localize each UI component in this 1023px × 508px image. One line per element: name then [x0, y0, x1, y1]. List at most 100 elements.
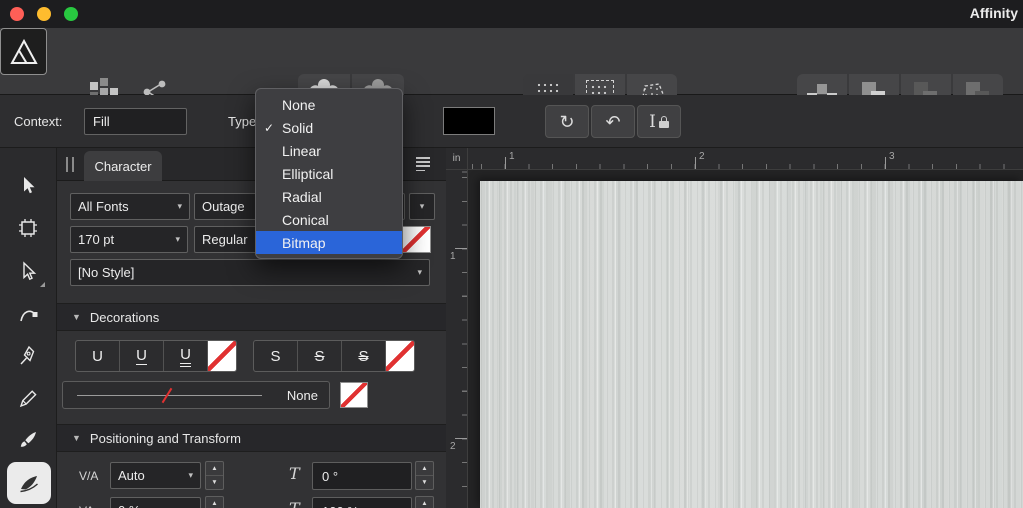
strikethrough-button-group: S S S — [253, 340, 415, 372]
lock-children-button[interactable]: I — [637, 105, 681, 138]
font-name-value: Outage — [202, 199, 245, 214]
vscale-value: 100 % — [322, 504, 359, 508]
minimize-window-button[interactable] — [37, 7, 51, 21]
vector-brush-tool-selected[interactable] — [7, 462, 51, 504]
decorations-section-header[interactable]: ▼ Decorations — [57, 303, 446, 331]
kerning-select[interactable]: Auto ▾ — [110, 462, 201, 489]
vertical-ruler: 1 2 — [446, 170, 468, 508]
chevron-down-icon: ▾ — [175, 234, 180, 244]
tools-panel — [0, 148, 57, 508]
menu-item-solid[interactable]: ✓ Solid — [256, 116, 402, 139]
context-label: Context: — [14, 114, 63, 129]
vscale-icon: T — [289, 499, 300, 508]
tab-character[interactable]: Character — [84, 151, 162, 181]
frame-tool[interactable] — [8, 209, 48, 247]
shear-stepper[interactable]: ▲ ▼ — [415, 461, 434, 490]
tracking-icon: VA — [79, 504, 94, 508]
affinity-logo-icon — [9, 38, 38, 64]
corner-tool[interactable] — [8, 295, 48, 333]
panel-drag-handle-icon[interactable] — [66, 157, 74, 172]
document-page[interactable] — [480, 181, 1023, 508]
cycle-fill-button[interactable]: ↻ — [545, 105, 589, 138]
fill-color-swatch[interactable] — [443, 107, 495, 135]
step-down-icon: ▼ — [211, 479, 218, 486]
kerning-value: Auto — [118, 468, 145, 483]
slider-track — [77, 395, 262, 396]
paint-brush-tool[interactable] — [8, 421, 48, 459]
menu-item-label: Linear — [282, 142, 321, 159]
step-down-icon: ▼ — [421, 479, 428, 486]
disclosure-triangle-icon: ▼ — [72, 312, 81, 322]
ruler-label: 3 — [889, 151, 895, 162]
step-up-icon: ▲ — [416, 497, 433, 508]
flyout-triangle-icon — [40, 282, 45, 287]
ruler-label: 2 — [450, 441, 456, 452]
panel-menu-icon[interactable] — [416, 157, 430, 174]
positioning-section-header[interactable]: ▼ Positioning and Transform — [57, 424, 446, 452]
close-window-button[interactable] — [10, 7, 24, 21]
font-weight-value: Regular — [202, 232, 248, 247]
stroke-color-none-swatch[interactable] — [340, 382, 368, 408]
ruler-label: 1 — [509, 151, 515, 162]
zoom-window-button[interactable] — [64, 7, 78, 21]
font-collection-select[interactable]: All Fonts ▾ — [70, 193, 190, 220]
menu-item-none[interactable]: None — [256, 93, 402, 116]
font-color-none-swatch[interactable] — [400, 226, 431, 253]
menu-item-radial[interactable]: Radial — [256, 185, 402, 208]
move-tool[interactable] — [8, 166, 48, 204]
text-style-select[interactable]: [No Style] ▾ — [70, 259, 430, 286]
strike-none-button[interactable]: S — [254, 341, 298, 371]
shear-input[interactable]: 0 ° — [312, 462, 412, 490]
vscale-input[interactable]: 100 % — [312, 497, 412, 508]
menu-item-label: Bitmap — [282, 234, 326, 251]
underline-single-button[interactable]: U — [120, 341, 164, 371]
node-select-tool[interactable] — [8, 252, 48, 290]
main-toolbar: ↑ — [0, 28, 1023, 114]
chevron-down-icon: ▾ — [419, 201, 425, 211]
font-size-select[interactable]: 170 pt ▾ — [70, 226, 188, 253]
canvas-area[interactable]: in 1 2 3 1 2 — [446, 148, 1023, 508]
text-style-value: [No Style] — [78, 265, 135, 280]
fill-type-menu: None ✓ Solid Linear Elliptical Radial Co… — [255, 88, 403, 259]
vscale-stepper[interactable]: ▲▼ — [415, 496, 434, 508]
font-size-value: 170 pt — [78, 232, 115, 247]
pencil-tool[interactable] — [8, 379, 48, 417]
checkmark-icon: ✓ — [264, 120, 275, 135]
tab-label: Character — [94, 158, 152, 174]
horizontal-ruler: 1 2 3 — [468, 148, 1023, 170]
context-select[interactable]: Fill — [84, 108, 187, 135]
tracking-stepper[interactable]: ▲▼ — [205, 496, 224, 508]
menu-item-label: None — [282, 96, 316, 113]
strike-double-button[interactable]: S — [342, 341, 386, 371]
menu-item-elliptical[interactable]: Elliptical — [256, 162, 402, 185]
revert-button[interactable]: ↶ — [591, 105, 635, 138]
affinity-logo-button[interactable] — [0, 28, 47, 75]
tracking-value: 0 % — [118, 503, 140, 508]
tracking-select[interactable]: 0 % ▾ — [110, 497, 201, 508]
ruler-unit-badge: in — [446, 148, 468, 170]
ruler-label: 1 — [450, 251, 456, 262]
ruler-label: 2 — [699, 151, 705, 162]
menu-item-bitmap[interactable]: Bitmap — [256, 231, 402, 254]
kerning-stepper[interactable]: ▲ ▼ — [205, 461, 224, 490]
underline-double-button[interactable]: U — [164, 341, 208, 371]
app-title: Affinity — [969, 5, 1018, 21]
shear-icon: T — [289, 464, 300, 483]
step-up-icon: ▲ — [206, 497, 223, 508]
kerning-icon: V/A — [79, 469, 99, 483]
menu-item-conical[interactable]: Conical — [256, 208, 402, 231]
lock-icon — [658, 115, 669, 128]
pen-tool[interactable] — [8, 337, 48, 375]
stroke-width-slider[interactable]: None — [62, 381, 330, 409]
strike-single-button[interactable]: S — [298, 341, 342, 371]
strike-color-none-swatch[interactable] — [386, 341, 414, 371]
chevron-down-icon: ▾ — [188, 470, 193, 480]
menu-item-label: Solid — [282, 119, 314, 136]
step-up-icon: ▲ — [416, 462, 433, 476]
font-history-button[interactable]: ▾ — [409, 193, 435, 220]
section-title: Positioning and Transform — [89, 430, 241, 446]
menu-item-label: Conical — [282, 211, 329, 228]
menu-item-linear[interactable]: Linear — [256, 139, 402, 162]
underline-none-button[interactable]: U — [76, 341, 120, 371]
underline-color-none-swatch[interactable] — [208, 341, 236, 371]
